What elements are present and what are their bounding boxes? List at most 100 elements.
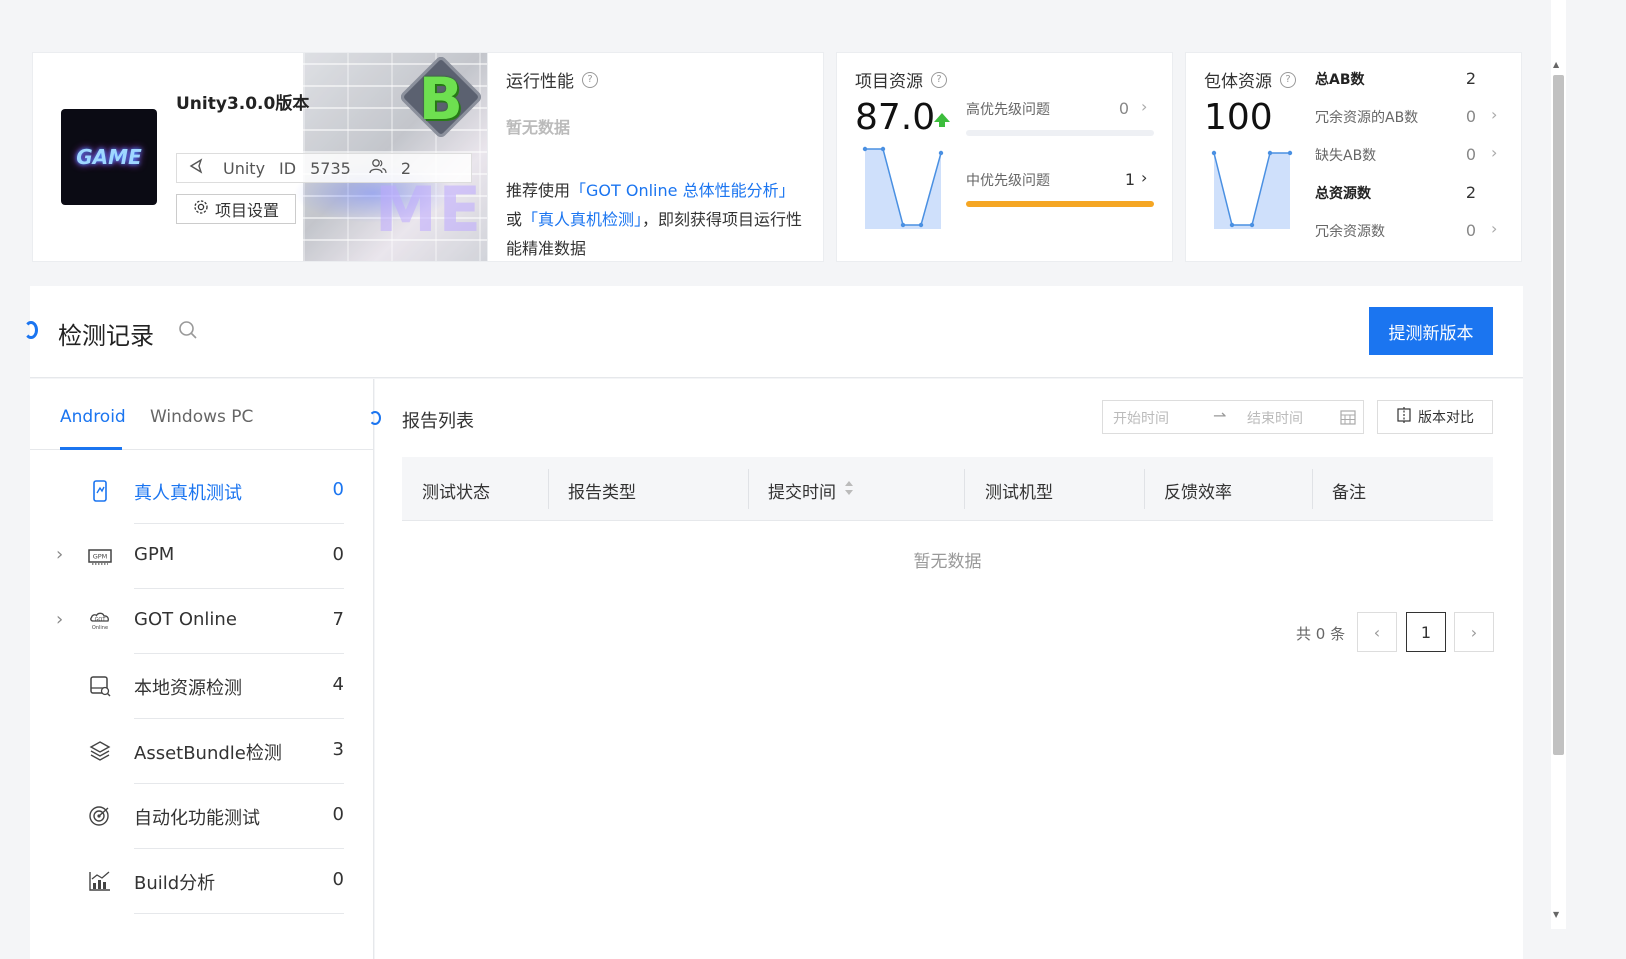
sidebar-item-local-resource[interactable]: 本地资源检测 4 [30,654,374,719]
sidebar-item-label: 本地资源检测 [134,678,242,699]
submit-new-version-button[interactable]: 提测新版本 [1369,307,1493,355]
resource-title: 项目资源 [855,72,923,92]
id-label: ID [279,158,297,178]
package-row-value: 0 [1465,145,1476,164]
package-row-label: 总资源数 [1315,186,1371,202]
chevron-right-icon[interactable]: › [1491,105,1497,124]
help-icon[interactable]: ? [1280,71,1296,88]
arrow-right-icon: ⇀ [1213,406,1227,425]
badge-logo: B [418,65,463,133]
column-header[interactable]: 提交时间 [768,478,836,503]
chevron-right-icon[interactable]: › [56,544,63,565]
recommend-text: 推荐使用 [506,181,571,200]
chevron-right-icon[interactable]: › [1491,219,1497,238]
sidebar-item-count: 4 [332,674,344,695]
members-icon [369,158,387,178]
package-title: 包体资源 [1204,72,1272,92]
chevron-right-icon[interactable]: › [56,609,63,630]
package-row-label: 缺失AB数 [1315,148,1377,164]
sort-icon[interactable] [844,480,854,500]
engine-name: Unity [223,158,266,178]
sidebar-item-label: AssetBundle检测 [134,743,282,764]
report-list-title: 报告列表 [402,411,474,432]
tab-windows-pc[interactable]: Windows PC [150,407,253,427]
divider [134,913,344,914]
sidebar-item-label: GOT Online [134,609,237,630]
chevron-right-icon[interactable]: › [1141,97,1147,116]
help-icon[interactable]: ? [931,71,947,88]
sidebar-item-got-online[interactable]: › GOT Online GOT Online 7 [30,589,374,654]
prev-page-button[interactable]: ‹ [1357,612,1397,652]
assetbundle-icon [88,739,112,763]
project-settings-button[interactable]: 项目设置 [176,194,296,224]
version-compare-label: 版本对比 [1418,410,1474,426]
high-priority-label: 高优先级问题 [966,102,1050,118]
device-test-link[interactable]: 「真人真机检测」 [522,210,642,229]
project-id: 5735 [310,158,351,178]
package-row-value: 0 [1465,107,1476,126]
project-title: Unity3.0.0版本 [176,94,310,114]
project-thumbnail[interactable]: GAME [61,109,157,205]
chevron-right-icon[interactable]: › [1141,168,1147,187]
sidebar-item-assetbundle[interactable]: AssetBundle检测 3 [30,719,374,784]
svg-text:GOT: GOT [95,617,107,623]
version-compare-button[interactable]: 版本对比 [1377,400,1493,434]
sidebar-item-count: 7 [332,609,344,630]
package-row-value: 2 [1465,69,1476,88]
column-header: 报告类型 [568,483,636,503]
sidebar-item-count: 0 [332,479,344,500]
report-table-header: 测试状态 报告类型 提交时间 测试机型 反馈效率 备注 [402,457,1493,521]
sidebar-item-gpm[interactable]: › GPM GPM 0 [30,524,374,589]
sidebar-item-device-test[interactable]: 真人真机测试 0 [30,459,374,524]
tab-android[interactable]: Android [60,407,126,427]
performance-card: 运行性能 ? 暂无数据 推荐使用「GOT Online 总体性能分析」 或「真人… [487,52,824,262]
column-divider [1144,469,1145,509]
page-number-button[interactable]: 1 [1406,612,1446,652]
start-date-input[interactable]: 开始时间 [1113,408,1169,428]
column-divider [748,469,749,509]
end-date-input[interactable]: 结束时间 [1247,408,1303,428]
sidebar-item-count: 0 [332,544,344,565]
tab-active-indicator [60,447,122,450]
resource-sparkline [862,146,944,229]
column-header: 反馈效率 [1164,483,1232,503]
package-resource-card: 包体资源 ? 100 总AB数 2 冗余资源的AB数 0 › 缺失AB数 0 ›… [1185,52,1522,262]
got-online-icon: GOT Online [88,609,112,633]
column-divider [548,469,549,509]
package-row-label: 总AB数 [1315,72,1365,88]
scroll-up-icon[interactable]: ▲ [1553,60,1559,69]
build-analysis-icon [88,869,112,893]
next-page-button[interactable]: › [1454,612,1494,652]
column-header: 测试状态 [422,483,490,503]
calendar-icon [1340,409,1356,429]
date-range-picker[interactable]: 开始时间 ⇀ 结束时间 [1102,400,1364,434]
resource-score: 87.0 [855,97,936,138]
help-icon[interactable]: ? [582,71,598,88]
local-resource-icon [88,674,112,698]
empty-state: 暂无数据 [913,552,982,572]
svg-text:GPM: GPM [93,553,108,561]
package-row-label: 冗余资源的AB数 [1315,110,1419,126]
performance-title: 运行性能 [506,72,574,92]
scroll-down-icon[interactable]: ▼ [1553,910,1559,919]
project-resource-card: 项目资源 ? 87.0 高优先级问题 0 › 中优先级问题 1 › [836,52,1173,262]
package-score: 100 [1204,97,1273,138]
banner-text: ME [374,173,483,246]
records-title: 检测记录 [58,322,154,350]
tool-sidebar: Android Windows PC 真人真机测试 0 › GPM GPM 0 … [30,379,374,959]
scrollbar-thumb[interactable] [1553,75,1564,755]
package-row-label: 冗余资源数 [1315,224,1385,240]
svg-text:Online: Online [92,625,108,631]
chevron-right-icon[interactable]: › [1491,143,1497,162]
sidebar-item-build-analysis[interactable]: Build分析 0 [30,849,374,914]
unity-icon [189,158,205,178]
column-divider [964,469,965,509]
package-row-value: 0 [1465,221,1476,240]
sidebar-item-count: 0 [332,869,344,890]
sidebar-item-auto-test[interactable]: 自动化功能测试 0 [30,784,374,849]
thumbnail-text: GAME [76,145,142,169]
got-online-link[interactable]: 「GOT Online 总体性能分析」 [570,181,795,200]
section-marker [369,411,381,425]
trend-up-icon [934,113,950,127]
search-icon[interactable] [178,320,198,344]
